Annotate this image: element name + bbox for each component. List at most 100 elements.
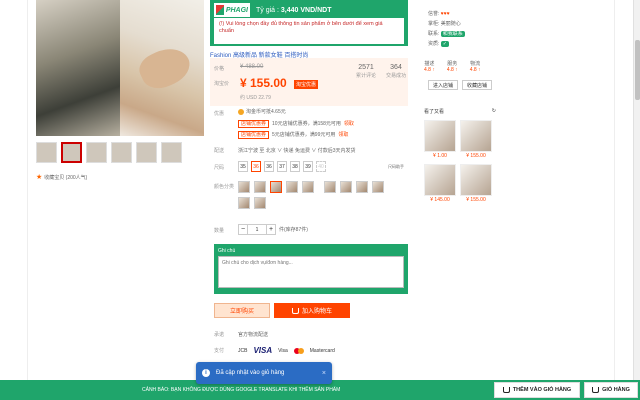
seller-contact[interactable]: 联系: 和我联系 [428, 30, 465, 37]
scrollbar[interactable] [633, 0, 640, 380]
color-swatch-selected[interactable] [270, 181, 282, 193]
toast-message: Đã cập nhật vào giỏ hàng [216, 370, 285, 376]
color-swatch[interactable] [238, 181, 250, 193]
reco-item[interactable]: ¥ 145.00 [424, 164, 456, 203]
seller-name-label: 掌柜: [428, 21, 440, 27]
promo-label: 优惠 [214, 111, 225, 117]
seller-ratings: 描述 4.8 ↑ 服务 4.8 ↑ 物流 4.8 ↑ [424, 60, 481, 73]
reco-item[interactable]: ¥ 155.00 [460, 120, 492, 159]
phagi-logo-text: PHAGI [225, 6, 248, 14]
promo-tag: 淘宝优惠 [294, 80, 319, 89]
size-option[interactable]: 36 [264, 161, 274, 172]
thumbnail-active[interactable] [61, 142, 82, 163]
right-divider [614, 0, 615, 380]
coupon-get-link[interactable]: 领取 [344, 121, 354, 127]
sales-count-label: 交易成功 [386, 73, 407, 79]
color-swatch[interactable] [340, 181, 352, 193]
seller-credit: 信誉: ♥♥♥ [428, 10, 450, 17]
original-price: ¥ 488.00 [240, 64, 264, 70]
enter-shop-button[interactable]: 进入店铺 [428, 80, 458, 90]
bottom-cart-button[interactable]: GIỎ HÀNG [584, 382, 638, 398]
main-product-image[interactable] [36, 0, 204, 136]
thumbnail[interactable] [161, 142, 182, 163]
color-swatch[interactable] [302, 181, 314, 193]
color-swatch[interactable] [356, 181, 368, 193]
size-options: 35 36 36 37 38 39 40 [238, 161, 326, 172]
coupon-text: 10元店铺优惠券，满158元可用 [272, 121, 341, 127]
color-swatch[interactable] [324, 181, 336, 193]
thumbnail[interactable] [86, 142, 107, 163]
visa-text: Visa [278, 347, 288, 354]
reco-item[interactable]: ¥ 155.00 [460, 164, 492, 203]
color-swatch[interactable] [238, 197, 250, 209]
review-count: 2571 累计评论 [356, 64, 376, 79]
recommendations-title: 看了又看 [424, 109, 445, 115]
close-icon[interactable]: × [322, 370, 326, 377]
size-option[interactable]: 39 [303, 161, 313, 172]
coin-promo: 淘金币可抵4.65元 [238, 108, 286, 115]
exchange-rate-label: Tỷ giá : [256, 6, 279, 14]
bottom-cart-label: GIỎ HÀNG [602, 387, 630, 393]
color-label: 颜色分类 [214, 184, 235, 190]
coupon-get-link[interactable]: 领取 [338, 132, 348, 138]
buy-now-button[interactable]: 立即购买 [214, 303, 270, 318]
color-options [238, 181, 398, 209]
favorite-label: 收藏宝贝 (200人气) [44, 174, 88, 181]
review-count-value: 2571 [358, 64, 374, 71]
rating-value: 4.8 ↑ [446, 67, 458, 73]
price-box: 价格 ¥ 488.00 淘宝价 ¥ 155.00 淘宝优惠 约 USD 22.7… [210, 58, 408, 106]
thumbnail[interactable] [111, 142, 132, 163]
reco-item[interactable]: ¥ 1.00 [424, 120, 456, 159]
reco-image [424, 120, 456, 152]
payment-label: 支付 [214, 348, 225, 354]
usd-price: 约 USD 22.79 [240, 95, 271, 101]
bottom-add-to-cart-button[interactable]: THÊM VÀO GIỎ HÀNG [494, 382, 580, 398]
refresh-icon[interactable]: ↻ [492, 108, 496, 115]
size-option-selected[interactable]: 36 [251, 161, 261, 172]
recommendations-header: 看了又看 ↻ [424, 108, 496, 115]
size-label: 尺码 [214, 165, 225, 171]
seller-qualification: 资质: ✓ [428, 40, 449, 47]
shipping-selector[interactable]: 浙江宁波 至 北京 ∨ 快递 免运费 ∨ 付款后3天内发货 [238, 147, 356, 154]
color-swatch[interactable] [254, 181, 266, 193]
scrollbar-thumb[interactable] [635, 40, 640, 100]
size-option[interactable]: 37 [277, 161, 287, 172]
reco-price: ¥ 1.00 [433, 153, 447, 159]
mastercard-text: Mastercard [309, 347, 335, 354]
color-swatch[interactable] [372, 181, 384, 193]
reco-price: ¥ 145.00 [430, 197, 450, 203]
service-text: 官方物流配送 [238, 332, 269, 338]
thumbnail[interactable] [36, 142, 57, 163]
size-option[interactable]: 35 [238, 161, 248, 172]
bottom-add-to-cart-label: THÊM VÀO GIỎ HÀNG [512, 387, 572, 393]
seller-name-value: 美丽随心 [440, 21, 461, 27]
color-swatch[interactable] [254, 197, 266, 209]
thumbnail[interactable] [136, 142, 157, 163]
favorite-shop-button[interactable]: 收藏店铺 [462, 80, 492, 90]
size-chart-link[interactable]: 尺码助手 [388, 164, 404, 170]
sales-count: 364 交易成功 [386, 64, 406, 79]
size-option[interactable]: 38 [290, 161, 300, 172]
coupon-text: 5元店铺优惠券，满99元可用 [272, 132, 336, 138]
increment-button[interactable]: + [266, 224, 276, 235]
contact-badge[interactable]: 和我联系 [440, 31, 465, 37]
favorite-link[interactable]: ★ 收藏宝贝 (200人气) [36, 173, 87, 181]
note-label: Ghi chú [218, 248, 236, 254]
add-to-cart-label: 加入购物车 [301, 309, 332, 315]
note-textarea[interactable] [218, 256, 404, 288]
phagi-logo: PHAGI [214, 3, 250, 17]
cart-icon [502, 387, 510, 393]
phagi-warning: (!) Vui lòng chọn đầy đủ thông tin sản p… [214, 18, 404, 44]
promo-price: ¥ 155.00 [240, 76, 287, 90]
quantity-input[interactable]: 1 [248, 224, 266, 235]
service-label: 承诺 [214, 332, 225, 338]
quantity-label: 数量 [214, 228, 225, 234]
color-swatch[interactable] [286, 181, 298, 193]
shipping-label: 配送 [214, 148, 225, 154]
add-to-cart-button[interactable]: 加入购物车 [274, 303, 350, 318]
review-count-label: 累计评论 [356, 73, 377, 79]
rating-logistics: 物流 4.8 ↑ [470, 60, 481, 73]
seller-qualification-label: 资质: [428, 41, 440, 47]
coin-text: 淘金币可抵4.65元 [246, 109, 286, 115]
decrement-button[interactable]: − [238, 224, 248, 235]
